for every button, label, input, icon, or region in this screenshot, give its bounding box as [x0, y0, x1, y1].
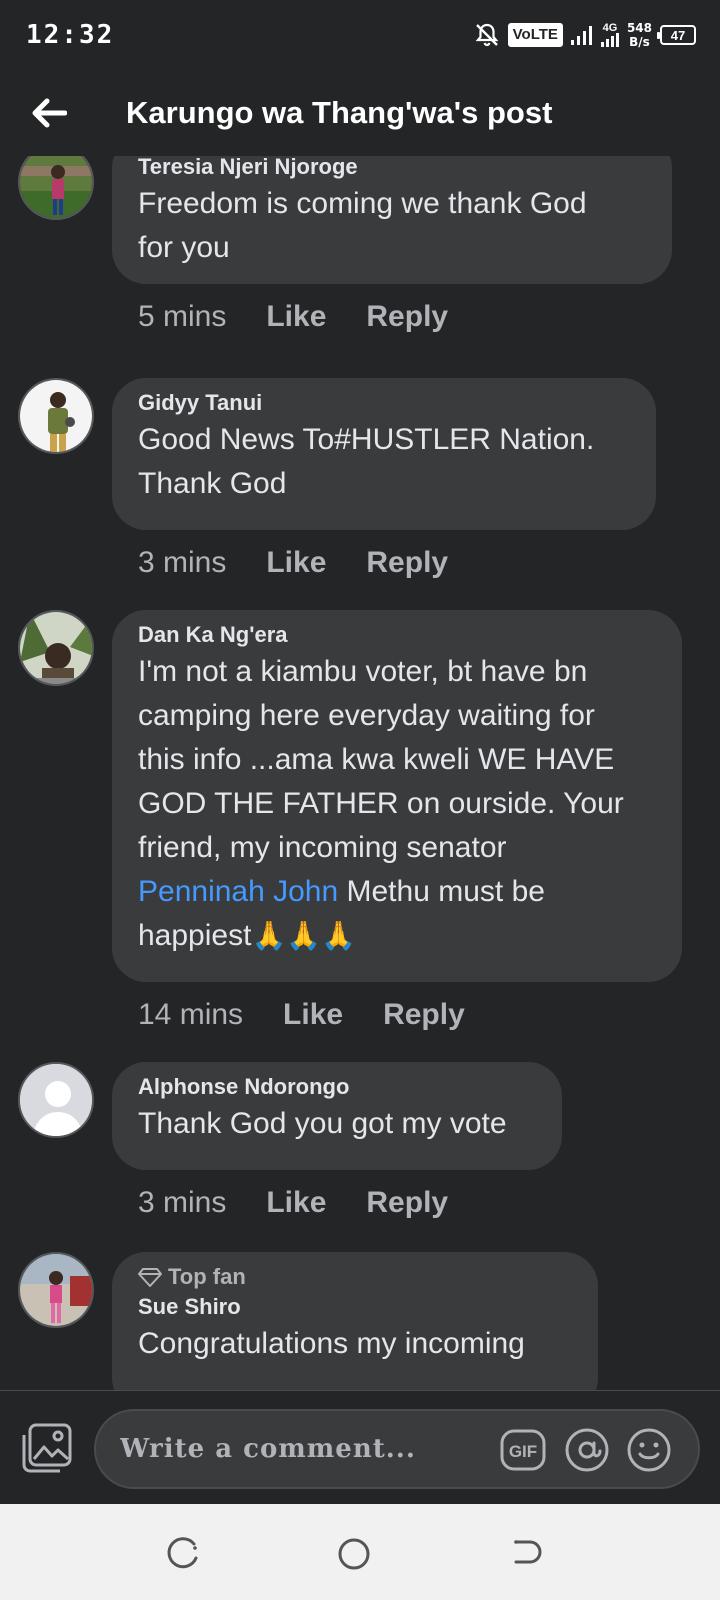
photo-gallery-icon	[22, 1423, 72, 1473]
comment-bubble[interactable]: Top fan Sue Shiro Congratulations my inc…	[112, 1252, 598, 1390]
signal-icon	[570, 26, 592, 45]
reply-button[interactable]: Reply	[366, 546, 448, 580]
comment-text-line: Good News To#HUSTLER Nation.	[138, 423, 595, 456]
profile-photo-icon	[20, 1254, 92, 1326]
like-button[interactable]: Like	[266, 546, 326, 580]
net-speed-value: 548	[626, 21, 652, 35]
comment-actions: 5 mins Like Reply	[138, 300, 448, 334]
comment-text-fragment: Methu must be	[338, 875, 545, 908]
profile-photo-icon	[20, 380, 92, 452]
diamond-icon	[138, 1268, 162, 1287]
smiley-icon	[627, 1428, 671, 1472]
gif-icon: GIF	[500, 1429, 546, 1471]
avatar[interactable]	[18, 610, 94, 686]
comment-text-line: GOD THE FATHER on ourside. Your	[138, 787, 624, 820]
back-nav-button[interactable]	[506, 1534, 546, 1574]
avatar[interactable]	[18, 1252, 94, 1328]
comment-bubble[interactable]: Teresia Njeri Njoroge Freedom is coming …	[112, 156, 672, 284]
top-fan-badge: Top fan	[138, 1262, 572, 1292]
comment-input[interactable]	[120, 1429, 480, 1469]
emoji-button[interactable]	[626, 1427, 672, 1473]
avatar[interactable]	[18, 1062, 94, 1138]
comment-actions: 3 mins Like Reply	[138, 546, 448, 580]
reply-button[interactable]: Reply	[383, 998, 465, 1032]
comment-box: GIF	[94, 1409, 700, 1489]
comment-time: 3 mins	[138, 546, 227, 579]
avatar[interactable]	[18, 156, 94, 220]
back-nav-icon	[514, 1540, 542, 1564]
net-speed-unit: B/s	[629, 35, 650, 49]
comment-bubble[interactable]: Dan Ka Ng'era I'm not a kiambu voter, bt…	[112, 610, 682, 982]
comment-text-line: camping here everyday waiting for	[138, 699, 595, 732]
comment-author[interactable]: Dan Ka Ng'era	[138, 620, 656, 650]
home-circle-icon	[338, 1538, 370, 1570]
comment-composer: GIF	[0, 1390, 720, 1504]
comment-actions: 14 mins Like Reply	[138, 998, 465, 1032]
system-nav-bar	[0, 1504, 720, 1600]
default-profile-icon	[20, 1064, 92, 1136]
comment-time: 14 mins	[138, 998, 244, 1031]
like-button[interactable]: Like	[266, 300, 326, 334]
gif-label: GIF	[509, 1442, 537, 1461]
comment-author[interactable]: Sue Shiro	[138, 1292, 572, 1322]
at-sign-icon	[565, 1428, 609, 1472]
reply-button[interactable]: Reply	[366, 1186, 448, 1220]
praying-hands-emoji: 🙏🙏🙏	[251, 920, 357, 951]
comment-text-line: happiest🙏🙏🙏	[138, 914, 656, 958]
comment-text-line: Thank God you got my vote	[138, 1107, 507, 1140]
back-button[interactable]	[24, 88, 74, 138]
comment-text-line: friend, my incoming senator	[138, 831, 507, 864]
comment-author[interactable]: Alphonse Ndorongo	[138, 1072, 536, 1102]
status-icons: VoLTE 4G 548 B/s 47	[474, 21, 696, 49]
profile-photo-icon	[20, 156, 92, 218]
recent-apps-button[interactable]	[164, 1534, 204, 1574]
profile-photo-icon	[20, 612, 92, 684]
comment-text-line: I'm not a kiambu voter, bt have bn	[138, 655, 588, 688]
comment-actions: 3 mins Like Reply	[138, 1186, 448, 1220]
comment-text-line: Freedom is coming we thank God	[138, 187, 587, 220]
comment-text-line: for you	[138, 231, 230, 264]
back-arrow-icon	[32, 98, 67, 128]
post-header: Karungo wa Thang'wa's post	[0, 70, 720, 156]
status-time: 12:32	[26, 20, 115, 50]
reply-button[interactable]: Reply	[366, 300, 448, 334]
network-indicator: 4G	[600, 22, 619, 47]
gif-button[interactable]: GIF	[500, 1427, 546, 1473]
mute-notifications-icon	[475, 23, 499, 47]
add-photo-button[interactable]	[20, 1421, 74, 1475]
comment-text-line: this info ...ama kwa kweli WE HAVE	[138, 743, 615, 776]
comment-time: 3 mins	[138, 1186, 227, 1219]
page-title: Karungo wa Thang'wa's post	[126, 95, 553, 130]
like-button[interactable]: Like	[266, 1186, 326, 1220]
comment-text-line: Penninah John Methu must be	[138, 870, 656, 914]
net-speed: 548 B/s	[627, 21, 652, 49]
comment-text-line: Thank God	[138, 467, 287, 500]
status-bar: 12:32 VoLTE 4G 548 B/s 47	[0, 0, 720, 70]
volte-badge: VoLTE	[507, 23, 563, 47]
comment-author[interactable]: Gidyy Tanui	[138, 388, 630, 418]
comment-author[interactable]: Teresia Njeri Njoroge	[138, 156, 646, 182]
recents-icon	[167, 1537, 198, 1569]
comment-time: 5 mins	[138, 300, 227, 333]
comment-text-fragment: happiest	[138, 919, 252, 952]
mention-button[interactable]	[564, 1427, 610, 1473]
battery-icon: 47	[657, 25, 696, 45]
home-button[interactable]	[334, 1534, 374, 1574]
avatar[interactable]	[18, 378, 94, 454]
comments-list: Teresia Njeri Njoroge Freedom is coming …	[0, 156, 720, 1390]
mention-link[interactable]: Penninah John	[138, 875, 338, 908]
top-fan-label: Top fan	[168, 1264, 246, 1289]
like-button[interactable]: Like	[283, 998, 343, 1032]
comment-bubble[interactable]: Gidyy Tanui Good News To#HUSTLER Nation.…	[112, 378, 656, 530]
network-gen: 4G	[602, 22, 618, 34]
signal-2-icon	[600, 33, 619, 47]
comment-text-line: Congratulations my incoming	[138, 1327, 525, 1360]
comment-bubble[interactable]: Alphonse Ndorongo Thank God you got my v…	[112, 1062, 562, 1170]
